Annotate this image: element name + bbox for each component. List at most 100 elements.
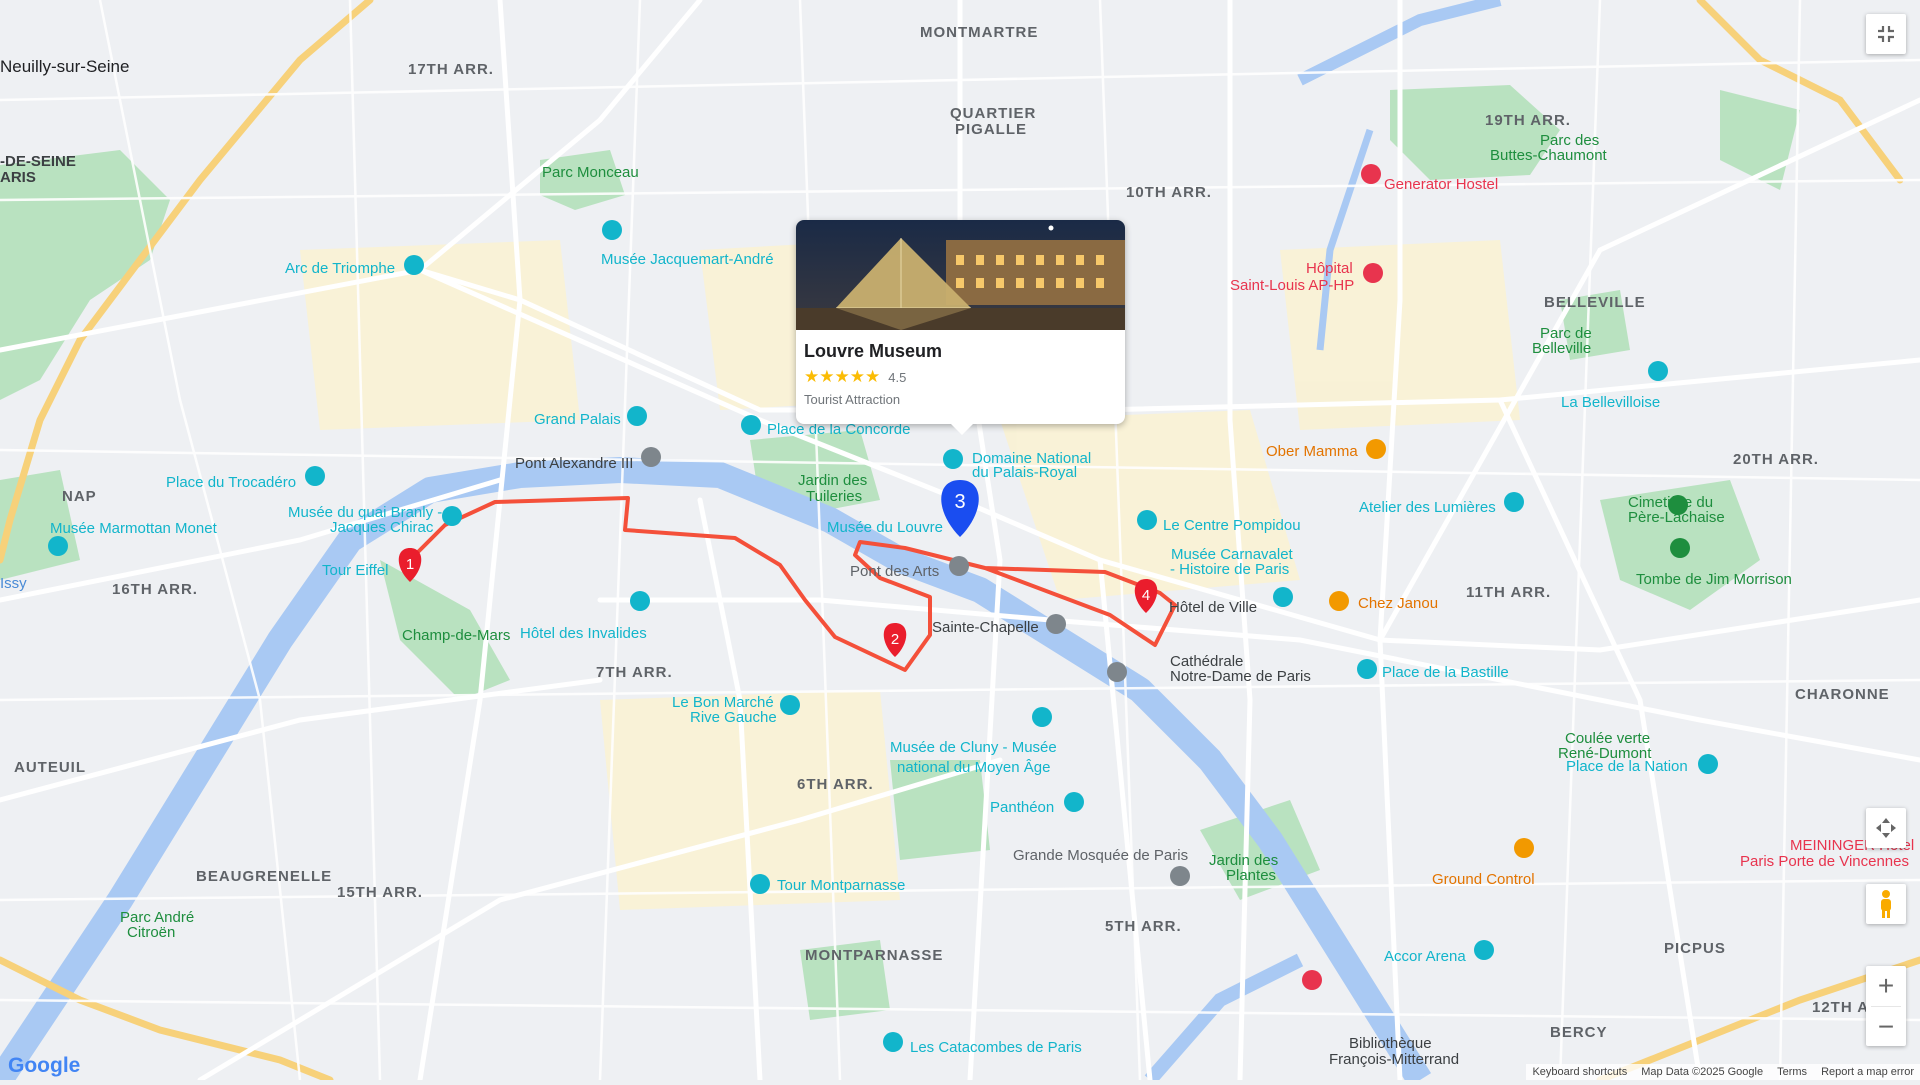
map-canvas[interactable]: Neuilly-sur-Seine 17TH ARR. MONTMARTRE Q…: [0, 0, 1920, 1080]
crosshair-icon: [1875, 817, 1897, 839]
zoom-in-button[interactable]: +: [1878, 966, 1894, 1006]
label-bastille: Place de la Bastille: [1382, 664, 1509, 681]
museum-icon: [48, 536, 68, 556]
label-picpus: PICPUS: [1664, 940, 1726, 957]
star-icon: ★: [804, 367, 819, 387]
label-quartier-pigalle-1: QUARTIER: [950, 105, 1036, 122]
label-carnavalet-2: - Histoire de Paris: [1170, 561, 1289, 578]
label-mosquee: Grande Mosquée de Paris: [1013, 847, 1188, 864]
label-branly-2: Jacques Chirac: [330, 519, 434, 536]
info-window[interactable]: Louvre Museum ★★★★★ 4.5 Tourist Attracti…: [796, 220, 1125, 424]
label-pompidou: Le Centre Pompidou: [1163, 517, 1301, 534]
map-svg[interactable]: Neuilly-sur-Seine 17TH ARR. MONTMARTRE Q…: [0, 0, 1920, 1080]
camera-icon: [741, 415, 761, 435]
museum-icon: [627, 406, 647, 426]
camera-icon: [750, 874, 770, 894]
label-hotel-ville: Hôtel de Ville: [1169, 599, 1257, 616]
label-tour-montparnasse: Tour Montparnasse: [777, 877, 905, 894]
hospital-icon: [1302, 970, 1322, 990]
bridge-icon: [949, 556, 969, 576]
label-morrison: Tombe de Jim Morrison: [1636, 571, 1792, 588]
label-20th: 20TH ARR.: [1733, 451, 1819, 468]
label-tuileries-2: Tuileries: [806, 488, 862, 505]
label-bnf-2: François-Mitterrand: [1329, 1051, 1459, 1068]
label-5th: 5TH ARR.: [1105, 918, 1182, 935]
label-chez-janou: Chez Janou: [1358, 595, 1438, 612]
star-icon: ★: [819, 367, 834, 387]
shopping-icon: [780, 695, 800, 715]
google-logo-text: Google: [8, 1054, 80, 1077]
restaurant-icon: [1329, 591, 1349, 611]
marker-3-number: 3: [954, 491, 965, 513]
label-tour-eiffel: Tour Eiffel: [322, 562, 388, 579]
star-icon: ★: [835, 367, 850, 387]
museum-icon: [1137, 510, 1157, 530]
label-parc-monceau: Parc Monceau: [542, 164, 639, 181]
monument-icon: [630, 591, 650, 611]
label-neuilly: Neuilly-sur-Seine: [0, 57, 129, 76]
label-aris: ARIS: [0, 169, 36, 186]
label-generator: Generator Hostel: [1384, 176, 1498, 193]
monument-icon: [404, 255, 424, 275]
park-icon: [1670, 538, 1690, 558]
street-view-pegman[interactable]: [1866, 884, 1906, 924]
info-window-pointer: [950, 423, 974, 435]
label-bnf-1: Bibliothèque: [1349, 1035, 1432, 1052]
terms-link[interactable]: Terms: [1777, 1066, 1807, 1078]
marker-2-number: 2: [891, 631, 899, 648]
label-invalides: Hôtel des Invalides: [520, 625, 647, 642]
label-champ-de-mars: Champ-de-Mars: [402, 627, 510, 644]
label-hopital-2: Saint-Louis AP-HP: [1230, 277, 1354, 294]
zoom-out-button[interactable]: −: [1878, 1007, 1894, 1046]
zoom-control[interactable]: + −: [1866, 966, 1906, 1046]
rating: ★★★★★ 4.5: [804, 367, 906, 387]
museum-icon: [1273, 587, 1293, 607]
label-nation: Place de la Nation: [1566, 758, 1688, 775]
location-button[interactable]: [1866, 808, 1906, 848]
report-error-link[interactable]: Report a map error: [1821, 1066, 1914, 1078]
label-auteuil: AUTEUIL: [14, 759, 86, 776]
star-half-icon: ★: [865, 367, 880, 387]
fullscreen-button[interactable]: [1866, 14, 1906, 54]
label-charonne: CHARONNE: [1795, 686, 1890, 703]
label-louvre: Musée du Louvre: [827, 519, 943, 536]
info-title: Louvre Museum: [804, 341, 942, 362]
label-pont-arts: Pont des Arts: [850, 563, 939, 580]
camera-icon: [1357, 659, 1377, 679]
camera-icon: [1698, 754, 1718, 774]
star-icon: ★: [850, 367, 865, 387]
restaurant-icon: [1366, 439, 1386, 459]
label-pont-alexandre: Pont Alexandre III: [515, 455, 633, 472]
label-sainte-chapelle: Sainte-Chapelle: [932, 619, 1039, 636]
label-catacombes: Les Catacombes de Paris: [910, 1039, 1082, 1056]
label-16th: 16TH ARR.: [112, 581, 198, 598]
label-10th: 10TH ARR.: [1126, 184, 1212, 201]
hospital-icon: [1363, 263, 1383, 283]
label-trocadero: Place du Trocadéro: [166, 474, 296, 491]
label-17th: 17TH ARR.: [408, 61, 494, 78]
park-icon: [1668, 495, 1688, 515]
label-bercy: BERCY: [1550, 1024, 1608, 1041]
camera-icon: [943, 449, 963, 469]
label-quartier-pigalle-2: PIGALLE: [955, 121, 1027, 138]
label-parc-citroen-2: Citroën: [127, 924, 175, 941]
label-ober: Ober Mamma: [1266, 443, 1358, 460]
label-palais-royal-2: du Palais-Royal: [972, 464, 1077, 481]
church-icon: [1046, 614, 1066, 634]
label-atelier: Atelier des Lumières: [1359, 499, 1496, 516]
keyboard-shortcuts-link[interactable]: Keyboard shortcuts: [1532, 1066, 1627, 1078]
label-cluny-1: Musée de Cluny - Musée: [890, 739, 1057, 756]
camera-icon: [883, 1032, 903, 1052]
rating-value: 4.5: [888, 370, 906, 385]
music-icon: [1514, 838, 1534, 858]
label-grand-palais: Grand Palais: [534, 411, 621, 428]
bridge-icon: [641, 447, 661, 467]
museum-icon: [1064, 792, 1084, 812]
label-issy: Issy: [0, 575, 27, 592]
museum-icon: [442, 506, 462, 526]
marker-4-number: 4: [1142, 587, 1150, 604]
label-jardin-plantes-2: Plantes: [1226, 867, 1276, 884]
label-cluny-2: national du Moyen Âge: [897, 759, 1050, 776]
google-logo[interactable]: Google: [8, 1054, 80, 1078]
label-19th: 19TH ARR.: [1485, 112, 1571, 129]
